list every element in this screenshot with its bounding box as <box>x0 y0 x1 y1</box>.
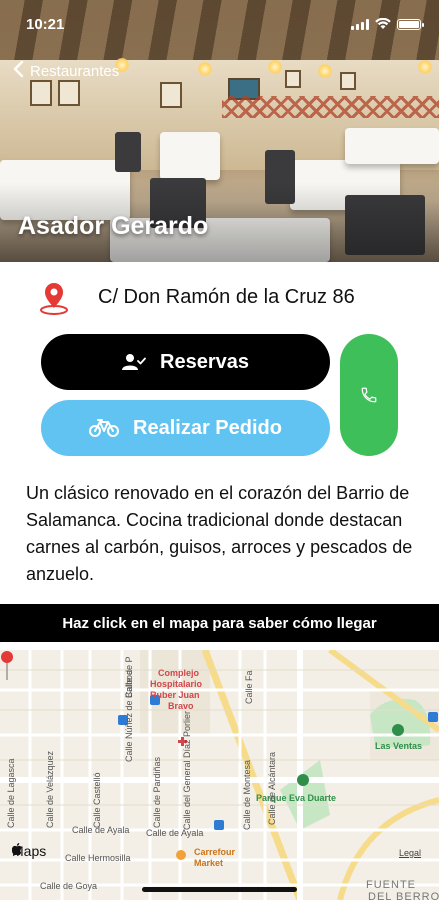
realizar-pedido-button[interactable]: Realizar Pedido <box>41 400 330 456</box>
restaurant-name: Asador Gerardo <box>18 212 209 240</box>
map-label-bravo: Bravo <box>168 701 194 711</box>
hero-lamp <box>318 64 332 78</box>
map-legal-link[interactable]: Legal <box>399 848 421 858</box>
wifi-icon <box>375 18 391 29</box>
battery-icon <box>397 18 424 30</box>
address-text: C/ Don Ramón de la Cruz 86 <box>98 286 355 308</box>
map-hint-text: Haz click en el mapa para saber cómo lle… <box>62 614 377 632</box>
hero-frame <box>160 82 182 108</box>
realizar-pedido-label: Realizar Pedido <box>133 416 282 439</box>
map-label-castello: Calle Castelló <box>92 772 102 828</box>
map-hint-banner: Haz click en el mapa para saber cómo lle… <box>0 604 439 642</box>
map-label-calle-fa: Calle Fa <box>244 670 254 704</box>
map-label-carrefour: Carrefour <box>194 847 236 857</box>
hero-frame <box>58 80 80 106</box>
hero-chair <box>115 132 141 172</box>
bicycle-icon <box>89 419 120 437</box>
status-bar: 10:21 <box>0 14 439 36</box>
map-label-market: Market <box>194 858 224 868</box>
map-label-montesa: Calle de Montesa <box>242 759 252 830</box>
map-label-las-ventas: Las Ventas <box>375 741 423 751</box>
location-map[interactable]: Complejo Hospitalario Ruber Juan Bravo L… <box>0 650 439 900</box>
hero-table <box>345 128 439 164</box>
map-label-hospitalario: Hospitalario <box>150 679 203 689</box>
map-label-pardinas: Calle de Pardiñas <box>152 756 162 828</box>
map-pin-icon <box>1 651 13 680</box>
map-label-lagasca: Calle de Lagasca <box>6 758 16 828</box>
map-label-hermosilla: Calle Hermosilla <box>65 853 131 863</box>
home-indicator <box>142 887 297 892</box>
map-label-velazquez: Calle de Velázquez <box>45 750 55 828</box>
user-check-icon <box>122 354 146 370</box>
hero-lamp <box>418 60 432 74</box>
location-pin-icon <box>40 283 68 315</box>
apple-logo-icon <box>12 843 22 855</box>
status-icons <box>351 18 424 30</box>
back-button-label: Restaurantes <box>30 62 120 80</box>
reservas-label: Reservas <box>160 350 249 373</box>
hero-lamp <box>268 60 282 74</box>
hero-frame <box>340 72 356 90</box>
map-label-alcantara: Calle de Alcántara <box>267 751 277 825</box>
map-label-calle-de-p: Calle de P <box>124 656 134 698</box>
reservas-button[interactable]: Reservas <box>41 334 330 390</box>
hero-table <box>160 132 220 180</box>
apple-maps-attribution: Maps <box>12 843 46 859</box>
address-row: C/ Don Ramón de la Cruz 86 <box>0 270 439 324</box>
map-label-diaz-porlier: Calle del General Díaz Porlier <box>182 710 192 830</box>
map-label-fuente: FUENTE <box>366 879 416 891</box>
hero-frame <box>30 80 52 106</box>
phone-icon <box>361 387 377 403</box>
hero-lamp <box>198 62 212 76</box>
map-label-complejo: Complejo <box>158 668 200 678</box>
hero-railing <box>222 96 439 118</box>
map-label-ayala: Calle de Ayala <box>146 828 204 838</box>
back-button[interactable]: Restaurantes <box>12 60 119 82</box>
call-button[interactable] <box>340 334 398 456</box>
map-label-ruber: Ruber Juan <box>150 690 200 700</box>
restaurant-description: Un clásico renovado en el corazón del Ba… <box>26 483 413 584</box>
cellular-signal-icon <box>351 18 369 30</box>
map-label-del-berro: DEL BERRO <box>368 891 439 900</box>
chevron-left-icon <box>12 60 24 82</box>
map-label-goya: Calle de Goya <box>40 881 98 891</box>
hero-frame <box>285 70 301 88</box>
status-time: 10:21 <box>26 16 65 33</box>
